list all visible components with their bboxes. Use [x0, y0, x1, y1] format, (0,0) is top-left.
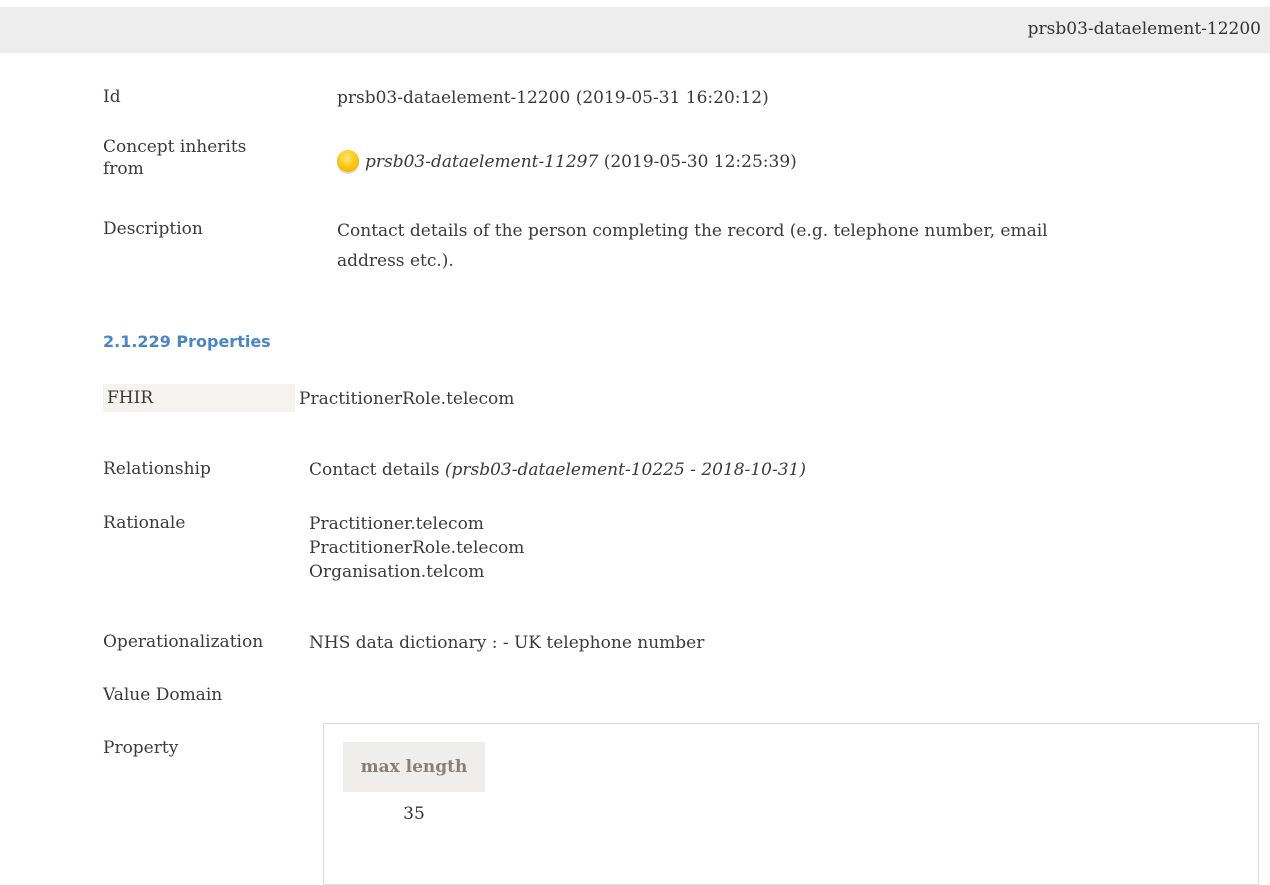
header-bar: prsb03-dataelement-12200	[0, 7, 1270, 53]
description-label: Description	[103, 219, 203, 239]
relationship-label: Relationship	[103, 459, 211, 479]
property-column-header: max length	[343, 742, 485, 792]
id-label: Id	[103, 87, 121, 107]
inherits-label: Concept inherits from	[103, 136, 303, 180]
properties-heading: 2.1.229 Properties	[103, 332, 271, 351]
page-title: prsb03-dataelement-12200	[1027, 19, 1261, 39]
id-value: prsb03-dataelement-12200 (2019-05-31 16:…	[337, 88, 769, 108]
fhir-value: PractitionerRole.telecom	[299, 389, 515, 409]
value-domain-label: Value Domain	[103, 685, 223, 705]
rationale-line-1: Practitioner.telecom	[309, 514, 484, 534]
property-column-value: 35	[403, 804, 425, 824]
rationale-line-2: PractitionerRole.telecom	[309, 538, 525, 558]
inherits-date: (2019-05-30 12:25:39)	[603, 152, 797, 172]
status-dot-icon	[337, 150, 359, 172]
inherits-label-line1: Concept inherits	[103, 137, 247, 157]
operationalization-value: NHS data dictionary : - UK telephone num…	[309, 633, 705, 653]
rationale-line-3: Organisation.telcom	[309, 562, 485, 582]
relationship-ref[interactable]: (prsb03-dataelement-10225 - 2018-10-31)	[445, 460, 806, 480]
rationale-value: Practitioner.telecom PractitionerRole.te…	[309, 512, 524, 584]
description-value: Contact details of the person completing…	[337, 216, 1048, 276]
inherits-link[interactable]: prsb03-dataelement-11297	[365, 152, 598, 172]
relationship-text: Contact details	[309, 460, 440, 480]
rationale-label: Rationale	[103, 513, 186, 533]
description-line2: address etc.).	[337, 251, 454, 271]
relationship-value: Contact details (prsb03-dataelement-1022…	[309, 458, 806, 482]
inherits-value: prsb03-dataelement-11297 (2019-05-30 12:…	[337, 150, 797, 174]
fhir-label: FHIR	[107, 388, 154, 408]
inherits-label-line2: from	[103, 159, 144, 179]
description-line1: Contact details of the person completing…	[337, 221, 1048, 241]
property-label: Property	[103, 738, 179, 758]
operationalization-label: Operationalization	[103, 632, 264, 652]
